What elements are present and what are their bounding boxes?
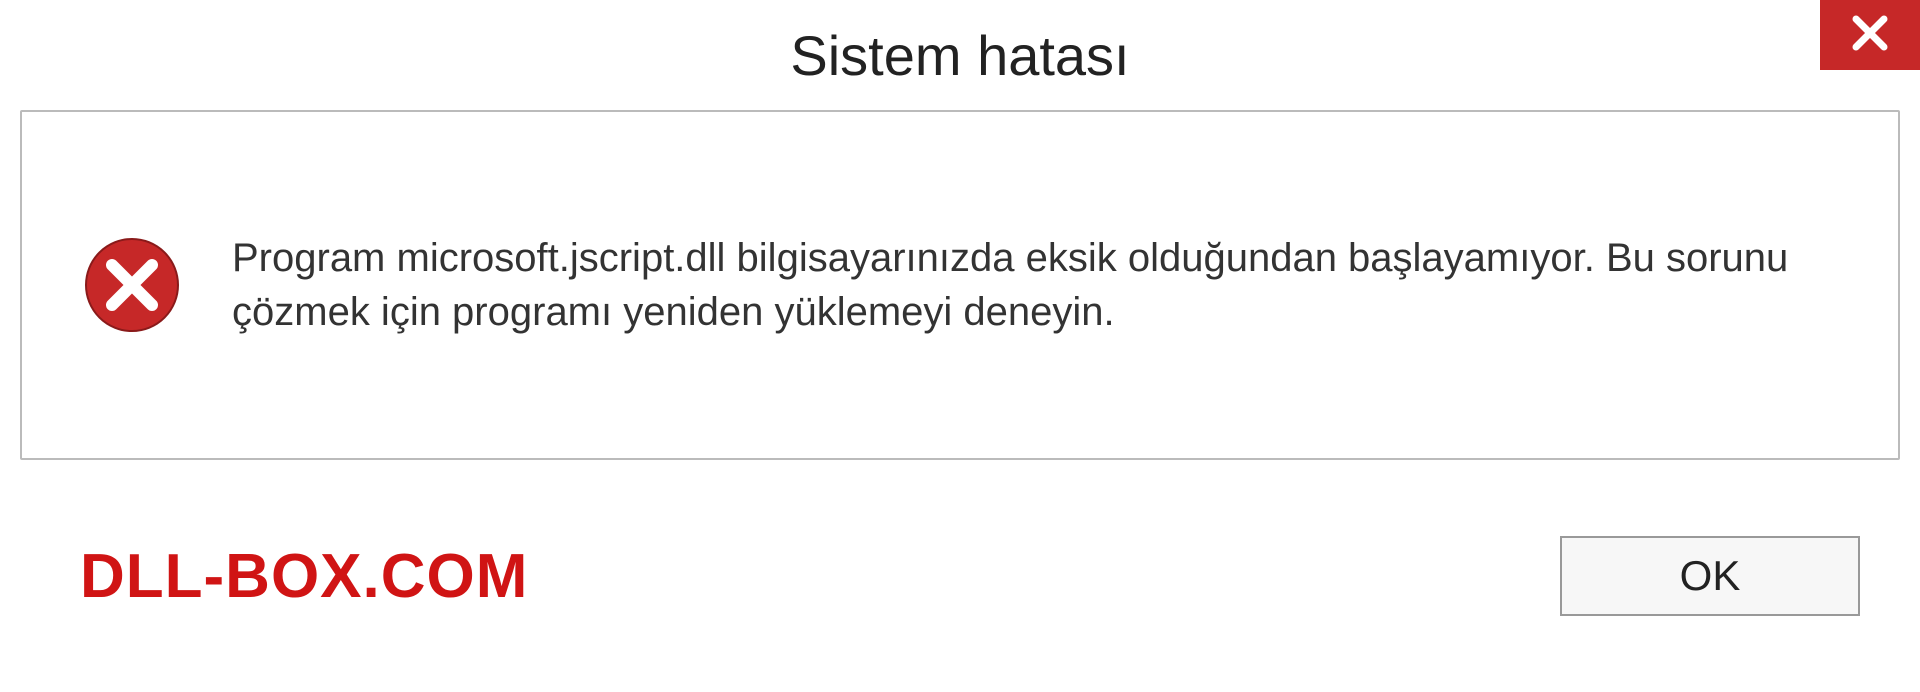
watermark-text: DLL-BOX.COM — [80, 541, 528, 612]
error-icon — [82, 235, 182, 335]
titlebar: Sistem hatası — [0, 0, 1920, 110]
dialog-title: Sistem hatası — [0, 23, 1920, 88]
close-button[interactable] — [1820, 0, 1920, 70]
content-panel: Program microsoft.jscript.dll bilgisayar… — [20, 110, 1900, 460]
dialog-footer: DLL-BOX.COM OK — [0, 460, 1920, 692]
close-icon — [1850, 13, 1890, 58]
error-message: Program microsoft.jscript.dll bilgisayar… — [232, 231, 1838, 339]
system-error-dialog: Sistem hatası Program microsoft.jscript.… — [0, 0, 1920, 692]
ok-button[interactable]: OK — [1560, 536, 1860, 616]
